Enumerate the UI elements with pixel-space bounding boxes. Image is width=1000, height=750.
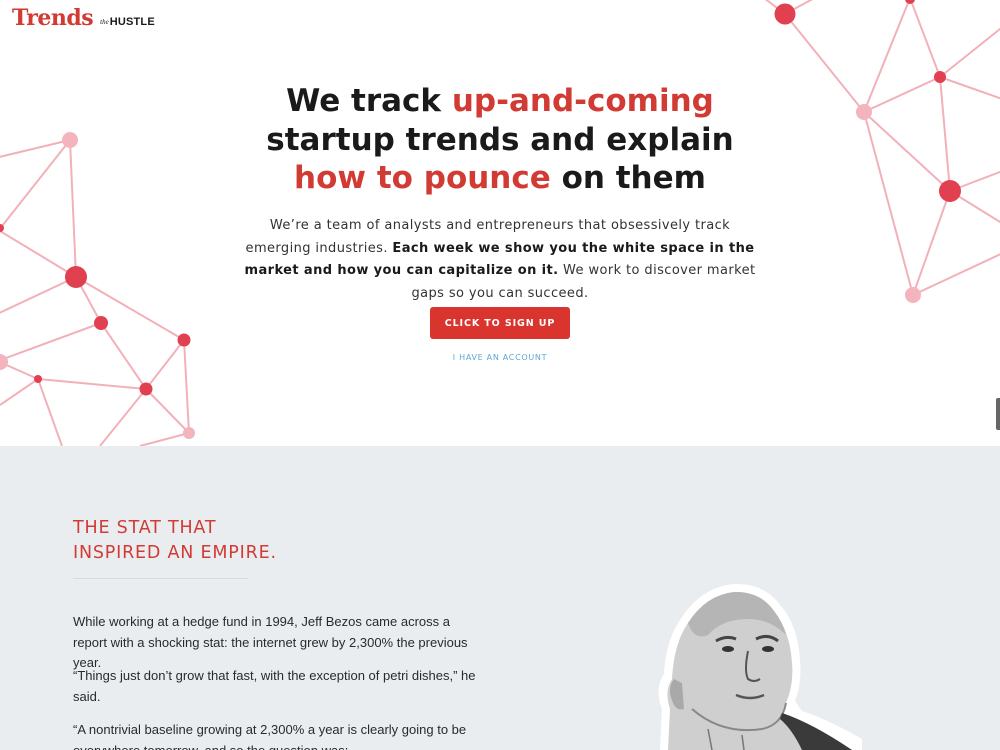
headline-text: We track [286, 83, 452, 119]
story-paragraph: “Things just don’t grow that fast, with … [73, 668, 476, 704]
jeff-bezos-portrait [658, 583, 862, 750]
logo-trends-text: Trends [12, 5, 94, 31]
stat-title-line: INSPIRED AN EMPIRE. [73, 543, 277, 563]
signup-button[interactable]: CLICK TO SIGN UP [430, 307, 570, 339]
hero-intro: We’re a team of analysts and entrepreneu… [240, 215, 760, 305]
stat-section: THE STAT THAT INSPIRED AN EMPIRE. While … [0, 446, 1000, 750]
logo-hustle-text: HUSTLE [109, 16, 155, 28]
stat-title-line: THE STAT THAT [73, 518, 217, 538]
headline-text: on them [550, 160, 706, 196]
hero-headline: We track up-and-coming startup trends an… [200, 82, 800, 198]
headline-highlight: up-and-coming [451, 83, 714, 119]
stat-section-title: THE STAT THAT INSPIRED AN EMPIRE. [73, 516, 277, 566]
hero-section: Trends the HUSTLE We track up-and-coming… [0, 0, 1000, 446]
scroll-handle[interactable] [996, 398, 1000, 430]
story-paragraph: While working at a hedge fund in 1994, J… [73, 614, 468, 670]
have-account-link[interactable]: I HAVE AN ACCOUNT [400, 353, 600, 362]
section-divider [73, 578, 248, 579]
trends-logo[interactable]: Trends the HUSTLE [12, 5, 155, 31]
headline-text: startup trends and explain [266, 121, 734, 158]
headline-highlight: how to pounce [294, 160, 551, 196]
logo-the-text: the [100, 18, 109, 26]
story-paragraph: “A nontrivial baseline growing at 2,300%… [73, 722, 467, 750]
